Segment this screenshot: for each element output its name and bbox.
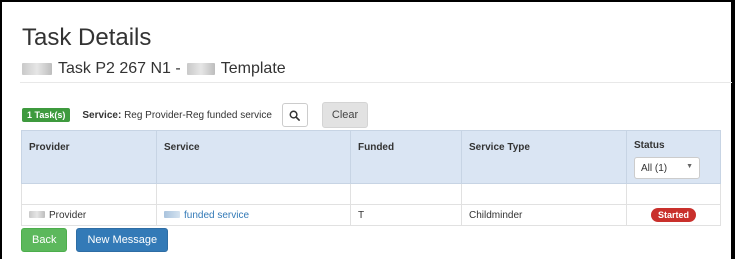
status-badge: Started — [650, 208, 696, 222]
chevron-down-icon: ▼ — [686, 162, 693, 170]
table-row: Provider funded service T Childminder St… — [21, 204, 721, 226]
column-header-service-type[interactable]: Service Type — [461, 130, 627, 184]
search-button[interactable] — [281, 103, 308, 127]
cell-provider: Provider — [21, 204, 157, 226]
search-icon — [289, 110, 301, 121]
redacted-text — [22, 63, 52, 75]
tasks-table: Provider Service Funded Service Type Sta… — [21, 130, 721, 226]
service-link[interactable]: funded service — [184, 210, 249, 221]
column-header-service[interactable]: Service — [156, 130, 351, 184]
action-bar: Back New Message — [21, 228, 169, 252]
cell-funded: T — [350, 204, 462, 226]
clear-button[interactable]: Clear — [321, 102, 369, 128]
cell-service-type: Childminder — [461, 204, 627, 226]
page-subtitle: Task P2 267 N1 - Template — [22, 58, 286, 80]
column-header-funded[interactable]: Funded — [350, 130, 462, 184]
redacted-text — [164, 211, 180, 219]
page-title: Task Details — [22, 24, 152, 51]
status-filter-select[interactable]: All (1) ▼ — [634, 157, 700, 179]
cell-status: Started — [626, 204, 721, 226]
table-spacer — [21, 183, 721, 205]
column-header-provider[interactable]: Provider — [21, 130, 157, 184]
cell-service[interactable]: funded service — [156, 204, 351, 226]
service-filter-label: Service: — [82, 109, 122, 121]
divider — [20, 82, 732, 83]
subtitle-task-name: Task P2 267 N1 - — [58, 60, 181, 77]
redacted-text — [29, 211, 45, 219]
table-header-row: Provider Service Funded Service Type Sta… — [21, 130, 721, 184]
task-count-badge: 1 Task(s) — [22, 108, 71, 122]
column-header-status: Status All (1) ▼ — [626, 130, 721, 184]
subtitle-template: Template — [220, 60, 286, 77]
back-button[interactable]: Back — [21, 228, 68, 252]
status-filter-value: All (1) — [641, 162, 668, 174]
redacted-text — [186, 63, 215, 75]
service-filter-text: Service: Reg Provider-Reg funded service — [82, 110, 272, 121]
filter-toolbar: 1 Task(s) Service: Reg Provider-Reg fund… — [22, 102, 369, 128]
new-message-button[interactable]: New Message — [76, 228, 169, 252]
service-filter-value: Reg Provider-Reg funded service — [124, 109, 272, 121]
